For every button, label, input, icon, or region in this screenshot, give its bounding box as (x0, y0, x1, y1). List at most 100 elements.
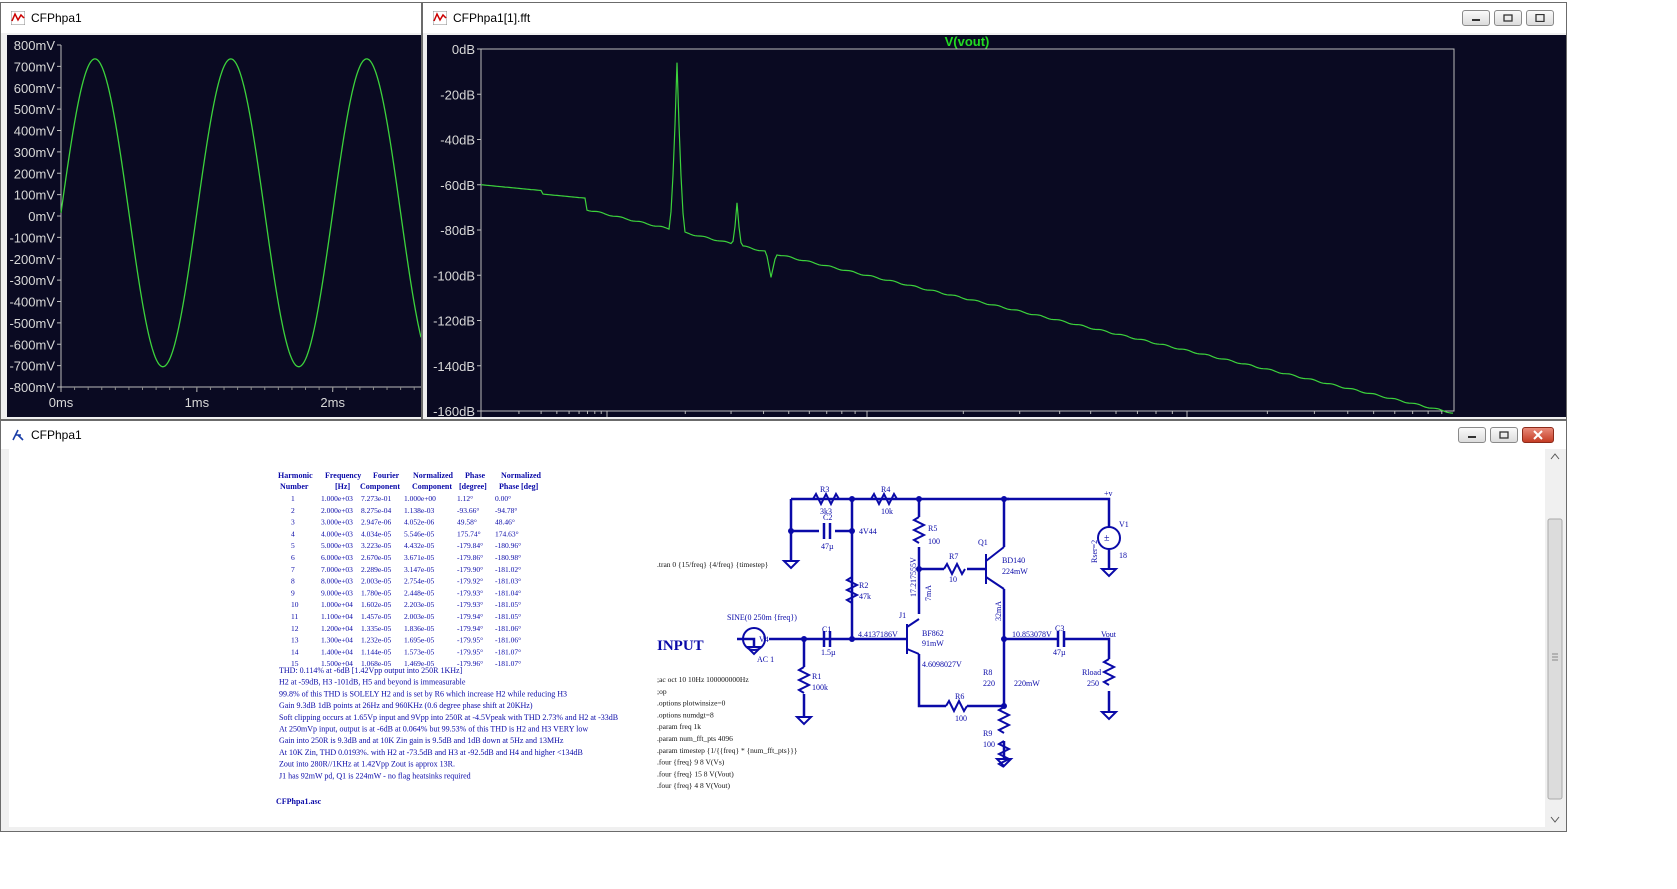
y-tick-label: -80dB (440, 223, 475, 238)
fourier-cell: 5 (291, 541, 295, 550)
fourier-cell: -179.92° (457, 577, 483, 586)
transient-trace (60, 58, 422, 368)
fft-title: CFPhpa1[1].fft (453, 11, 531, 25)
fourier-cell: 1.000e+00 (404, 494, 436, 503)
vplus-label: +v (1104, 489, 1113, 498)
maximize-button[interactable] (1526, 10, 1554, 26)
y-tick-label: 800mV (14, 38, 56, 53)
c3-name: C3 (1055, 624, 1064, 633)
y-tick-label: 400mV (14, 124, 56, 139)
scroll-up-icon (1550, 453, 1560, 460)
note-line: Zout into 280R//1KHz at 1.42Vpp Zout is … (279, 760, 455, 769)
maximize-icon (1535, 14, 1545, 22)
restore-icon (1503, 14, 1513, 22)
n-drain: 17.217555V (909, 557, 918, 597)
n-gate: 4.4137186V (858, 630, 898, 639)
fourier-cell: 6.000e+03 (321, 553, 353, 562)
fourier-header-normphase: Normalized (501, 471, 542, 480)
fourier-cell: 1.400e+04 (321, 647, 353, 656)
close-button[interactable] (1522, 427, 1554, 443)
trace-title: V(vout) (945, 35, 990, 49)
waveform-icon (433, 11, 447, 25)
fourier-cell: 1.144e-05 (361, 647, 391, 656)
r8-value: 220 (983, 679, 995, 688)
fourier-header-phase: Phase (465, 471, 485, 480)
transient-titlebar[interactable]: CFPhpa1 (1, 3, 421, 33)
tran-directive: .tran 0 {15/freq} {4/freq} {timestep} (657, 560, 768, 569)
fourier-cell: -179.90° (457, 565, 483, 574)
fourier-cell: 8.275e-04 (361, 506, 391, 515)
resistor-r8 (996, 706, 1012, 734)
fourier-cell: -181.07° (495, 647, 521, 656)
vertical-scrollbar[interactable] (1545, 449, 1565, 829)
v4-ac: AC 1 (757, 655, 774, 664)
r7-name: R7 (949, 552, 958, 561)
fourier-cell: 11 (291, 612, 298, 621)
notes: THD: 0.114% at -6dB [1.42Vpp output into… (279, 666, 618, 780)
y-tick-label: -160dB (433, 404, 475, 417)
directive-line: .four {freq} 4 8 V(Vout) (657, 781, 730, 790)
fourier-cell: -179.94° (457, 612, 483, 621)
directive-line: .four {freq} 15 8 V(Vout) (657, 769, 734, 778)
resistor-rload (1101, 658, 1117, 686)
fourier-cell: -179.94° (457, 624, 483, 633)
directive-line: .param freq 1k (657, 722, 701, 731)
r5-value: 100 (928, 537, 940, 546)
q1-power: 224mW (1002, 567, 1028, 576)
fourier-cell: 3.223e-05 (361, 541, 391, 550)
resistor-r5 (911, 516, 927, 544)
fourier-header-normalized: Normalized (413, 471, 454, 480)
transient-chart: 800mV 700mV 600mV 500mV 400mV 300mV 200mV 100mV… (9, 38, 422, 410)
j1-power: 91mW (922, 639, 944, 648)
fourier-cell: 1.457e-05 (361, 612, 391, 621)
fourier-header-hz: [Hz] (335, 482, 350, 491)
fourier-cell: 9 (291, 588, 295, 597)
fourier-cell: 4.000e+03 (321, 529, 353, 538)
resistor-r1 (796, 666, 812, 694)
restore-icon (1499, 431, 1509, 439)
minimize-button[interactable] (1458, 427, 1486, 443)
note-line: Gain 9.3dB 1dB points at 26Hz and 960KHz… (279, 701, 533, 710)
fourier-cell: 48.46° (495, 518, 515, 527)
directive-line: ;ac oct 10 10Hz 100000000Hz (657, 675, 749, 684)
component-labels: R3 3k3 R4 10k C2 47µ 4V44 R5 100 R7 10 Q… (727, 485, 1129, 749)
fft-titlebar[interactable]: CFPhpa1[1].fft (423, 3, 1566, 33)
v1-name: V1 (1119, 520, 1129, 529)
fourier-cell: 10 (291, 600, 299, 609)
fft-plot-frame (480, 48, 1455, 412)
fft-chart: 0dB -20dB -40dB -60dB -80dB -100dB -120dB -140d… (433, 34, 1455, 419)
svg-text:±: ± (1104, 533, 1110, 544)
fourier-cell: 4.432e-05 (404, 541, 434, 550)
vout-label: Vout (1101, 630, 1117, 639)
minimize-icon (1468, 436, 1476, 438)
close-icon (1533, 430, 1543, 440)
fft-plot[interactable]: 0dB -20dB -40dB -60dB -80dB -100dB -120dB -140d… (427, 34, 1566, 419)
fourier-cell: -179.95° (457, 647, 483, 656)
y-tick-label: -400mV (9, 295, 55, 310)
y-tick-label: 300mV (14, 145, 56, 160)
fourier-cell: 1.12° (457, 494, 473, 503)
restore-button[interactable] (1494, 10, 1522, 26)
r9-value: 100 (983, 740, 995, 749)
minimize-button[interactable] (1462, 10, 1490, 26)
j1-model: BF862 (922, 629, 944, 638)
schematic-titlebar[interactable]: CFPhpa1 (1, 421, 1566, 449)
input-label: INPUT (657, 638, 704, 654)
restore-button[interactable] (1490, 427, 1518, 443)
fourier-cell: 5.546e-05 (404, 529, 434, 538)
fourier-cell: 3.000e+03 (321, 518, 353, 527)
transient-plot[interactable]: 800mV 700mV 600mV 500mV 400mV 300mV 200mV 100mV… (7, 35, 422, 417)
r9-name: R9 (983, 729, 992, 738)
c2-name: C2 (823, 513, 832, 522)
schematic-canvas[interactable]: Harmonic Frequency Fourier Normalized Ph… (9, 449, 1545, 827)
fourier-cell: 4.034e-05 (361, 529, 391, 538)
schematic-drawing: Harmonic Frequency Fourier Normalized Ph… (276, 471, 1129, 806)
ground-r1 (794, 716, 814, 726)
fourier-cell: -94.78° (495, 506, 517, 515)
y-tick-label: -120dB (433, 314, 475, 329)
q1-model: BD140 (1002, 556, 1025, 565)
r8-name: R8 (983, 668, 992, 677)
ground-c2 (781, 560, 801, 570)
fourier-cell: 1.780e-05 (361, 588, 391, 597)
resistors (796, 491, 1117, 768)
